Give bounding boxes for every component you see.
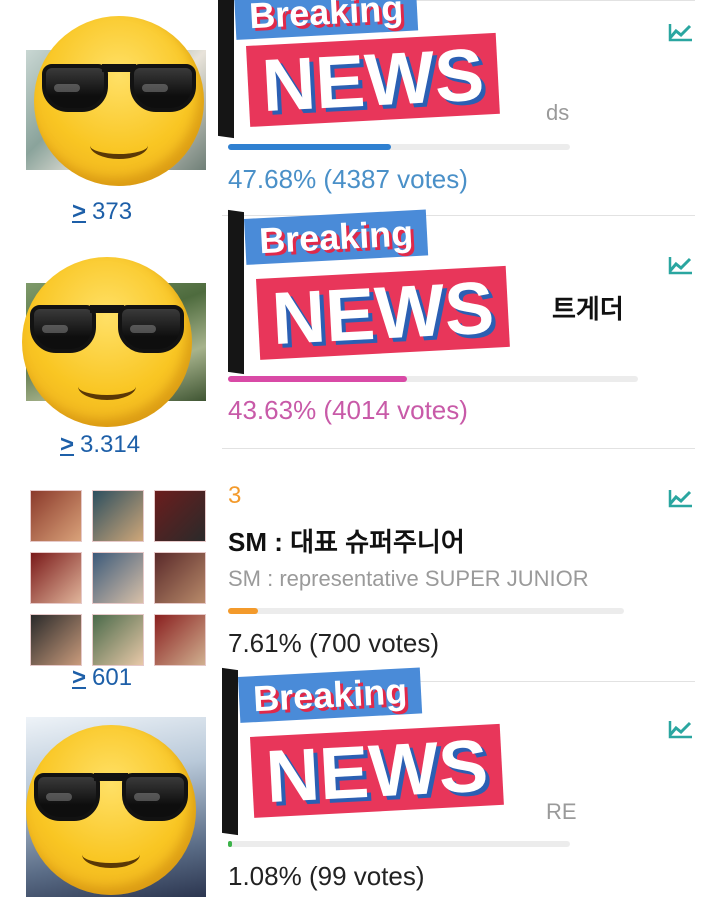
vote-percent: 7.61% (700 votes): [228, 628, 440, 658]
member-photo: [30, 614, 82, 666]
progress-track: [228, 841, 570, 847]
sunglasses-emoji-icon: [34, 16, 204, 186]
member-photo: [92, 490, 144, 542]
entry-thumbnail: [26, 486, 206, 666]
overlay-breaking-text: Breaking: [234, 0, 419, 40]
poll-entry[interactable]: >373 ds 47.68% (4387 votes) Breaking NEW…: [0, 0, 720, 225]
trend-chart-icon[interactable]: [668, 719, 694, 739]
sunglasses-emoji-icon: [26, 725, 196, 895]
divider: [222, 448, 695, 449]
member-photo: [154, 490, 206, 542]
entry-subtitle: ds: [546, 100, 570, 125]
vote-percent: 47.68% (4387 votes): [228, 164, 468, 194]
progress-track: [228, 608, 624, 614]
overlay-breaking-text: Breaking: [244, 209, 429, 265]
overlay-news-text: NEWS: [246, 33, 500, 128]
vote-percent: 43.63% (4014 votes): [228, 395, 468, 425]
progress-fill: [228, 841, 232, 847]
overlay-breaking-text: Breaking: [238, 667, 423, 723]
overlay-news-text: NEWS: [256, 266, 510, 361]
poll-entry[interactable]: >3.314 트게더 43.63% (4014 votes) Breaking …: [0, 209, 720, 458]
sunglasses-emoji-icon: [22, 257, 192, 427]
progress-fill: [228, 608, 259, 614]
member-photo: [30, 490, 82, 542]
entry-subtitle: SM : representative SUPER JUNIOR: [228, 566, 589, 591]
breaking-news-overlay: Breaking NEWS: [222, 667, 552, 839]
breaking-news-overlay: Breaking NEWS: [218, 0, 548, 142]
trend-chart-icon[interactable]: [668, 22, 694, 42]
progress-track: [228, 144, 570, 150]
overlay-news-text: NEWS: [250, 724, 504, 819]
member-photo: [92, 552, 144, 604]
trend-chart-icon[interactable]: [668, 255, 694, 275]
member-photo: [92, 614, 144, 666]
entry-rank: 3: [228, 482, 242, 509]
progress-fill: [228, 144, 392, 150]
member-photo: [154, 614, 206, 666]
member-photo: [30, 552, 82, 604]
entry-title: SM : 대표 슈퍼주니어: [228, 527, 465, 557]
trend-chart-icon[interactable]: [668, 488, 694, 508]
vote-percent: 1.08% (99 votes): [228, 861, 425, 891]
poll-entry[interactable]: >601 3 SM : 대표 슈퍼주니어 SM : representative…: [0, 448, 720, 691]
breaking-news-overlay: Breaking NEWS: [228, 209, 568, 381]
poll-entry[interactable]: RE 1.08% (99 votes) Breaking NEWS: [0, 667, 720, 915]
member-photo: [154, 552, 206, 604]
